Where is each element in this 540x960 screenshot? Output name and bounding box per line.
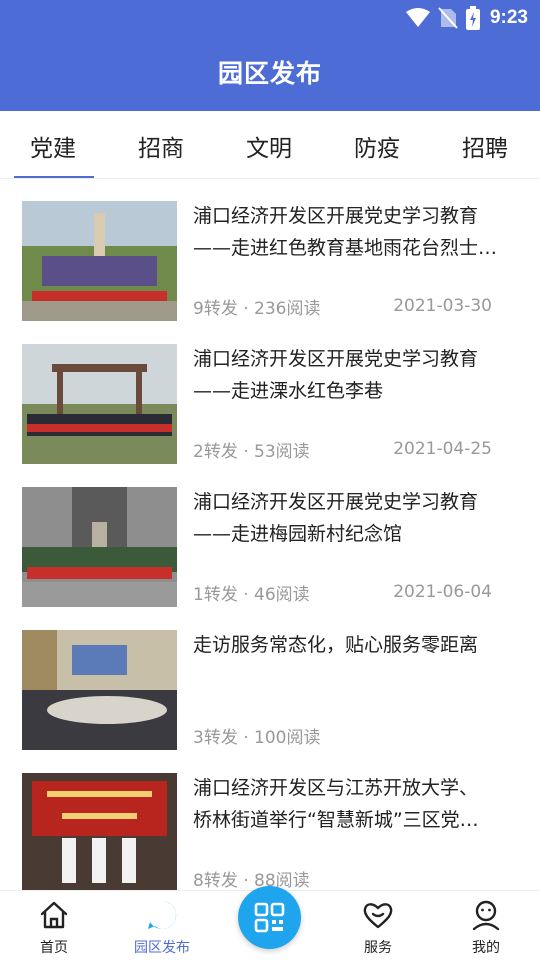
article-stats: 9转发 · 236阅读 — [193, 299, 321, 319]
tabbar-park-news[interactable]: 园区发布 — [112, 891, 212, 960]
article-thumbnail — [22, 630, 177, 750]
battery-icon — [465, 6, 480, 30]
app-header: 9:23 园区发布 — [0, 0, 540, 111]
active-tab-indicator — [14, 176, 94, 178]
status-time: 9:23 — [489, 7, 528, 28]
article-date: 2021-06-04 — [393, 582, 492, 602]
article-title: 浦口经济开发区与江苏开放大学、 桥林街道举行“智慧新城”三区党… — [193, 777, 479, 831]
article-item[interactable]: 浦口经济开发区开展党史学习教育 ——走进红色教育基地雨花台烈士… 9转发 · 2… — [0, 190, 540, 333]
tabbar-park-news-label: 园区发布 — [134, 940, 190, 956]
article-date: 2021-04-25 — [393, 439, 492, 459]
tab-party-building[interactable]: 党建 — [30, 129, 76, 163]
tabbar-home-label: 首页 — [40, 940, 68, 956]
scan-qr-button[interactable] — [238, 886, 301, 949]
article-title: 浦口经济开发区开展党史学习教育 ——走进梅园新村纪念馆 — [193, 491, 479, 545]
article-stats: 1转发 · 46阅读 — [193, 585, 310, 605]
page-title: 园区发布 — [217, 59, 322, 88]
home-icon — [40, 901, 68, 929]
article-stats: 2转发 · 53阅读 — [193, 442, 310, 462]
wifi-icon — [405, 8, 430, 27]
article-thumbnail — [22, 201, 177, 321]
article-item[interactable]: 浦口经济开发区与江苏开放大学、 桥林街道举行“智慧新城”三区党… 8转发 · 8… — [0, 762, 540, 905]
qr-code-icon — [254, 902, 285, 933]
article-thumbnail — [22, 487, 177, 607]
tabbar-home[interactable]: 首页 — [4, 891, 104, 960]
article-item[interactable]: 浦口经济开发区开展党史学习教育 ——走进溧水红色李巷 2转发 · 53阅读 20… — [0, 333, 540, 476]
article-thumbnail — [22, 344, 177, 464]
tab-civilization[interactable]: 文明 — [246, 129, 292, 163]
article-title: 走访服务常态化，贴心服务零距离 — [193, 634, 479, 656]
article-thumbnail — [22, 773, 177, 893]
message-bubble-icon — [148, 900, 177, 929]
article-title: 浦口经济开发区开展党史学习教育 ——走进红色教育基地雨花台烈士… — [193, 205, 498, 259]
category-tabs: 党建 招商 文明 防疫 招聘 — [0, 111, 540, 179]
article-title: 浦口经济开发区开展党史学习教育 ——走进溧水红色李巷 — [193, 348, 479, 402]
article-date: 2021-03-30 — [393, 296, 492, 316]
tab-epidemic-prevention[interactable]: 防疫 — [354, 129, 400, 163]
tabbar-mine-label: 我的 — [472, 940, 500, 956]
tabbar-mine[interactable]: 我的 — [436, 891, 536, 960]
heart-icon — [363, 903, 393, 929]
tabbar-service-label: 服务 — [364, 940, 392, 956]
tabbar-service[interactable]: 服务 — [328, 891, 428, 960]
article-stats: 3转发 · 100阅读 — [193, 728, 321, 748]
article-item[interactable]: 浦口经济开发区开展党史学习教育 ——走进梅园新村纪念馆 1转发 · 46阅读 2… — [0, 476, 540, 619]
article-item[interactable]: 走访服务常态化，贴心服务零距离 3转发 · 100阅读 — [0, 619, 540, 762]
tab-recruitment[interactable]: 招聘 — [462, 129, 508, 163]
status-bar: 9:23 — [405, 4, 528, 32]
tab-investment[interactable]: 招商 — [138, 129, 184, 163]
user-icon — [472, 900, 500, 931]
no-sim-icon — [438, 7, 458, 29]
